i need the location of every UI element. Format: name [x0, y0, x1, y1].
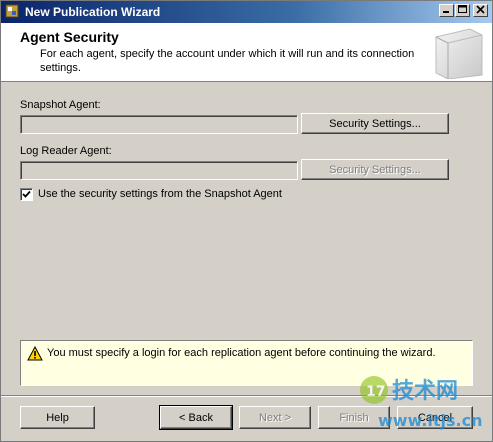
close-button[interactable]: [473, 4, 488, 17]
use-snapshot-settings-label[interactable]: Use the security settings from the Snaps…: [38, 188, 282, 200]
snapshot-agent-field: [20, 115, 298, 134]
minimize-button[interactable]: [439, 4, 454, 17]
checkmark-icon: [22, 190, 31, 198]
maximize-button[interactable]: [455, 4, 470, 17]
minimize-icon: [443, 11, 449, 13]
log-reader-agent-label: Log Reader Agent:: [20, 145, 112, 157]
use-snapshot-settings-checkbox[interactable]: [20, 188, 33, 201]
maximize-icon: [458, 5, 467, 13]
svg-text:17: 17: [366, 384, 385, 400]
warning-icon: [27, 346, 43, 361]
wizard-book-icon: [435, 28, 483, 79]
log-reader-security-settings-button[interactable]: Security Settings...: [301, 159, 449, 180]
page-description: For each agent, specify the account unde…: [40, 48, 415, 74]
snapshot-agent-label: Snapshot Agent:: [20, 99, 101, 111]
close-icon: [476, 5, 485, 14]
watermark-text: 技术网: [392, 379, 458, 404]
warning-message-text: You must specify a login for each replic…: [47, 347, 436, 359]
snapshot-security-settings-button[interactable]: Security Settings...: [301, 113, 449, 134]
wizard-header: Agent Security For each agent, specify t…: [1, 23, 492, 82]
page-title: Agent Security: [20, 29, 119, 45]
log-reader-agent-field: [20, 161, 298, 180]
next-button[interactable]: Next >: [239, 406, 311, 429]
watermark-url: www.itjs.cn: [378, 411, 483, 430]
back-button[interactable]: < Back: [159, 405, 233, 430]
wizard-window: New Publication Wizard Agent Security Fo…: [0, 0, 493, 442]
help-button[interactable]: Help: [20, 406, 95, 429]
app-icon: [5, 4, 19, 18]
window-title: New Publication Wizard: [25, 5, 161, 19]
site-watermark: 17 技术网 www.itjs.cn: [360, 376, 483, 430]
title-bar[interactable]: New Publication Wizard: [1, 1, 492, 23]
